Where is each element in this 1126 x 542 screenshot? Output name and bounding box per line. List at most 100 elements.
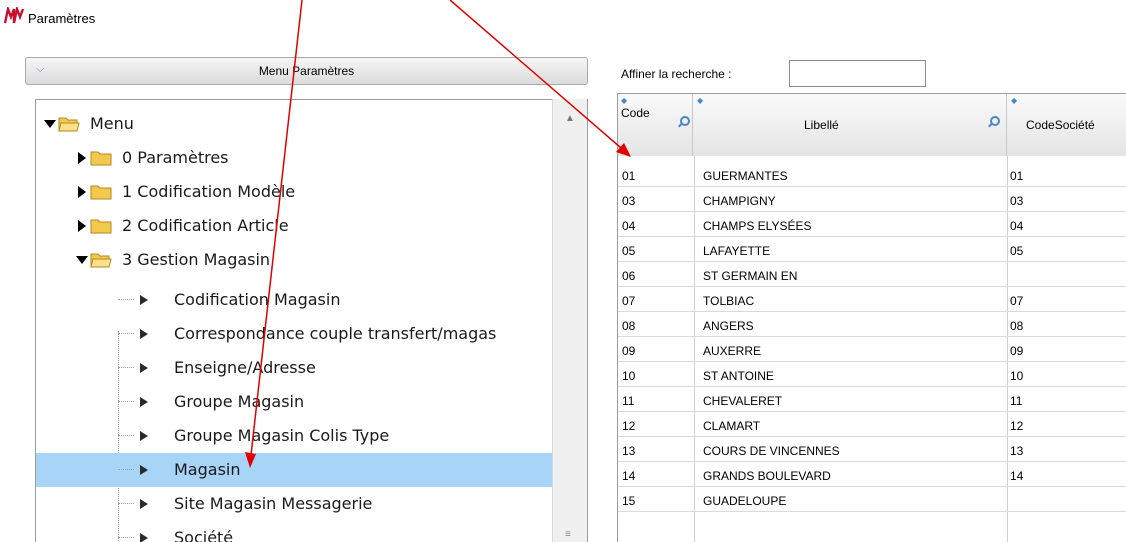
tree-item-magasin[interactable]: Magasin	[36, 453, 552, 487]
table-row[interactable]: 10 ST ANTOINE 10	[618, 364, 1126, 387]
tree-item-label: 1 Codification Modèle	[122, 182, 296, 201]
folder-open-icon	[58, 117, 80, 132]
column-header-codesociete[interactable]: ◆ CodeSociété	[1008, 94, 1126, 156]
sort-icon[interactable]: ◆	[697, 96, 703, 105]
leaf-arrow-icon	[140, 533, 148, 542]
search-label: Affiner la recherche :	[621, 67, 732, 81]
cell-code: 07	[622, 294, 636, 308]
table-row[interactable]: 12 CLAMART 12	[618, 414, 1126, 437]
cell-libelle: AUXERRE	[703, 344, 762, 358]
column-label: Libellé	[804, 118, 839, 132]
cell-libelle: ST ANTOINE	[703, 369, 774, 383]
table-row[interactable]: 03 CHAMPIGNY 03	[618, 189, 1126, 212]
table-row[interactable]: 14 GRANDS BOULEVARD 14	[618, 464, 1126, 487]
cell-code: 09	[622, 344, 636, 358]
leaf-arrow-icon	[140, 397, 148, 407]
table-row[interactable]: 07 TOLBIAC 07	[618, 289, 1126, 312]
table-row[interactable]: 08 ANGERS 08	[618, 314, 1126, 337]
tree-item-menu[interactable]: Menu	[36, 107, 552, 141]
cell-code: 11	[622, 394, 635, 408]
cell-codesociete: 01	[1010, 169, 1024, 183]
cell-codesociete: 05	[1010, 244, 1024, 258]
tree-connector	[118, 299, 134, 300]
title-bar: Paramètres	[0, 0, 1126, 38]
search-icon[interactable]	[990, 116, 1000, 126]
search-icon[interactable]	[680, 116, 690, 126]
tree-item-groupe-magasin[interactable]: Groupe Magasin	[36, 385, 552, 419]
sort-icon[interactable]: ◆	[621, 96, 627, 105]
menu-tree[interactable]: Menu 0 Paramètres 1 Codification Modèle …	[35, 99, 588, 542]
table-row[interactable]: 05 LAFAYETTE 05	[618, 239, 1126, 262]
store-table[interactable]: ◆ Code ◆ Libellé ◆ CodeSociété 01 GUERMAN…	[617, 93, 1126, 542]
folder-open-icon	[90, 253, 112, 268]
table-row[interactable]: 15 GUADELOUPE	[618, 489, 1126, 512]
cell-code: 10	[622, 369, 636, 383]
tree-item-groupe-magasin-colis-type[interactable]: Groupe Magasin Colis Type	[36, 419, 552, 453]
expand-arrow-icon[interactable]	[76, 256, 88, 264]
leaf-arrow-icon	[140, 295, 148, 305]
tree-connector	[118, 401, 134, 402]
tree-item-codification-magasin[interactable]: Codification Magasin	[36, 283, 552, 317]
window-title: Paramètres	[28, 11, 96, 26]
tree-item-codification-modele[interactable]: 1 Codification Modèle	[36, 175, 552, 209]
leaf-arrow-icon	[140, 329, 148, 339]
cell-codesociete: 14	[1010, 469, 1024, 483]
menu-panel-title: Menu Paramètres	[258, 64, 355, 78]
tree-item-enseigne-adresse[interactable]: Enseigne/Adresse	[36, 351, 552, 385]
tree-item-label: Correspondance couple transfert/magas	[174, 324, 497, 343]
tree-item-label: Codification Magasin	[174, 290, 341, 309]
tree-connector	[118, 333, 134, 334]
cell-libelle: CLAMART	[703, 419, 761, 433]
search-input[interactable]	[789, 60, 926, 87]
cell-codesociete: 13	[1010, 444, 1024, 458]
column-header-libelle[interactable]: ◆ Libellé	[694, 94, 1007, 156]
cell-libelle: CHAMPS ELYSÉES	[703, 219, 812, 233]
collapse-arrow-icon[interactable]	[78, 220, 86, 232]
tree-connector	[118, 537, 134, 538]
tree-item-societe[interactable]: Société	[36, 521, 552, 542]
tree-item-label: Menu	[90, 114, 134, 133]
cell-codesociete: 07	[1010, 294, 1024, 308]
cell-codesociete: 03	[1010, 194, 1024, 208]
tree-item-parametres[interactable]: 0 Paramètres	[36, 141, 552, 175]
collapse-arrow-icon[interactable]	[78, 186, 86, 198]
table-row[interactable]: 11 CHEVALERET 11	[618, 389, 1126, 412]
cell-code: 12	[622, 419, 636, 433]
cell-codesociete: 11	[1010, 394, 1023, 408]
table-header: ◆ Code ◆ Libellé ◆ CodeSociété	[618, 94, 1126, 156]
table-row[interactable]: 06 ST GERMAIN EN	[618, 264, 1126, 287]
tree-item-codification-article[interactable]: 2 Codification Article	[36, 209, 552, 243]
menu-panel-header[interactable]: ⌵ Menu Paramètres	[25, 57, 588, 85]
cell-code: 01	[622, 169, 636, 183]
scroll-up-icon[interactable]: ▲	[565, 113, 575, 124]
tree-item-label: 2 Codification Article	[122, 216, 289, 235]
tree-item-correspondance[interactable]: Correspondance couple transfert/magas	[36, 317, 552, 351]
column-header-code[interactable]: ◆ Code	[618, 94, 693, 156]
cell-libelle: CHAMPIGNY	[703, 194, 776, 208]
cell-libelle: ANGERS	[703, 319, 754, 333]
tree-item-label: Site Magasin Messagerie	[174, 494, 373, 513]
tree-scrollbar[interactable]: ▲ ≡	[552, 99, 588, 542]
collapse-arrow-icon[interactable]	[78, 152, 86, 164]
column-label: CodeSociété	[1026, 118, 1095, 132]
table-row[interactable]: 09 AUXERRE 09	[618, 339, 1126, 362]
expand-arrow-icon[interactable]	[44, 120, 56, 128]
leaf-arrow-icon	[140, 363, 148, 373]
leaf-arrow-icon	[140, 499, 148, 509]
tree-item-label: Société	[174, 528, 234, 542]
tree-item-gestion-magasin[interactable]: 3 Gestion Magasin	[36, 243, 552, 277]
tree-item-site-magasin-messagerie[interactable]: Site Magasin Messagerie	[36, 487, 552, 521]
cell-code: 04	[622, 219, 636, 233]
tree-item-label: Groupe Magasin Colis Type	[174, 426, 390, 445]
table-row[interactable]: 01 GUERMANTES 01	[618, 164, 1126, 187]
table-row[interactable]: 13 COURS DE VINCENNES 13	[618, 439, 1126, 462]
cell-codesociete: 12	[1010, 419, 1024, 433]
tree-item-label: Magasin	[174, 460, 241, 479]
sort-icon[interactable]: ◆	[1011, 96, 1017, 105]
tree-item-label: 3 Gestion Magasin	[122, 250, 271, 269]
table-row[interactable]: 04 CHAMPS ELYSÉES 04	[618, 214, 1126, 237]
cell-codesociete: 10	[1010, 369, 1024, 383]
scroll-grip-icon[interactable]: ≡	[565, 529, 571, 540]
folder-icon	[90, 219, 112, 234]
tree-item-label: Enseigne/Adresse	[174, 358, 316, 377]
